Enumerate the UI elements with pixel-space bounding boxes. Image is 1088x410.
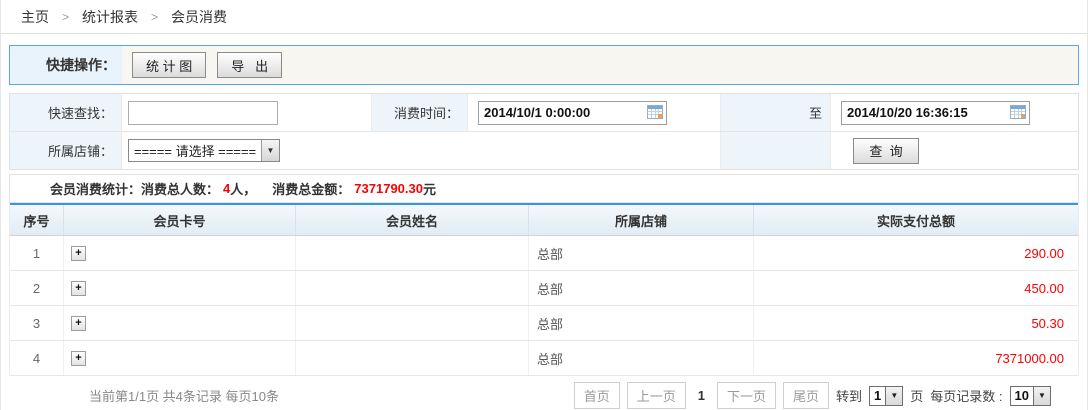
card-number-cell: + (64, 341, 296, 375)
to-label: 至 (721, 94, 831, 131)
table-row: 4 + 总部7371000.00 (10, 341, 1078, 376)
first-page-button[interactable]: 首页 (574, 382, 620, 409)
member-consumption-table: 序号 会员卡号 会员姓名 所属店铺 实际支付总额 1+总部290.002+总部4… (9, 203, 1079, 376)
store-cell: 总部 (529, 271, 754, 305)
pagesize-select[interactable]: 10 ▼ (1010, 386, 1051, 406)
summary-count-value: 4 (223, 181, 230, 196)
filter-panel: 快速查找： 消费时间： 至 (9, 93, 1079, 170)
member-name-cell (296, 236, 529, 270)
store-cell: 总部 (529, 236, 754, 270)
column-header-member-name: 会员姓名 (296, 205, 529, 235)
store-label: 所属店铺： (10, 132, 122, 169)
row-index-cell: 3 (10, 306, 64, 340)
summary-count-suffix: 人， (230, 179, 256, 198)
prev-page-button[interactable]: 上一页 (627, 382, 686, 409)
summary-amount-value: 7371790.30 (354, 181, 423, 196)
pagesize-value: 10 (1011, 387, 1033, 405)
expand-row-icon[interactable]: + (71, 351, 86, 366)
store-select-value: ===== 请选择 ===== (129, 140, 261, 161)
member-name-cell (296, 271, 529, 305)
table-body: 1+总部290.002+总部450.003+总部50.304+总部7371000… (10, 236, 1078, 376)
calendar-icon[interactable] (647, 105, 663, 119)
card-number-cell: + (64, 271, 296, 305)
table-row: 2 + 总部450.00 (10, 271, 1078, 306)
expand-row-icon[interactable]: + (71, 246, 86, 261)
store-select[interactable]: ===== 请选择 ===== ▼ (128, 139, 280, 162)
member-name-cell (296, 341, 529, 375)
goto-page-select[interactable]: 1 ▼ (869, 386, 903, 406)
goto-page-value: 1 (870, 387, 885, 405)
quick-operations-label: 快捷操作： (10, 46, 122, 84)
chevron-down-icon[interactable]: ▼ (261, 140, 279, 161)
pagesize-label: 每页记录数 : (930, 386, 1002, 405)
paid-amount-cell: 50.30 (754, 306, 1078, 340)
quick-search-cell (122, 94, 372, 131)
column-header-store: 所属店铺 (529, 205, 754, 235)
summary-amount-suffix: 元 (423, 179, 436, 198)
pagination-controls: 首页 上一页 1 下一页 尾页 转到 1 ▼ 页 每页记录数 : 10 ▼ (574, 382, 1051, 409)
column-header-card-number: 会员卡号 (64, 205, 296, 235)
store-select-cell: ===== 请选择 ===== ▼ (122, 132, 721, 169)
member-name-cell (296, 306, 529, 340)
consume-time-from-cell (468, 94, 721, 131)
paid-amount-cell: 290.00 (754, 236, 1078, 270)
date-from-input[interactable] (478, 101, 667, 125)
export-button[interactable]: 导 出 (217, 52, 282, 78)
breadcrumb: 主页 > 统计报表 > 会员消费 (1, 0, 1087, 34)
store-cell: 总部 (529, 306, 754, 340)
filter-row-2: 所属店铺： ===== 请选择 ===== ▼ 查 询 (10, 131, 1078, 169)
date-from-box (478, 101, 667, 125)
calendar-icon[interactable] (1010, 105, 1026, 119)
expand-row-icon[interactable]: + (71, 316, 86, 331)
breadcrumb-member-consumption[interactable]: 会员消费 (171, 7, 227, 27)
card-number-cell: + (64, 236, 296, 270)
pagination-info: 当前第1/1页 共4条记录 每页10条 (89, 386, 279, 405)
row-index-cell: 1 (10, 236, 64, 270)
current-page-number: 1 (698, 388, 705, 403)
quick-search-label: 快速查找： (10, 94, 122, 131)
table-row: 3 + 总部50.30 (10, 306, 1078, 341)
breadcrumb-home[interactable]: 主页 (21, 7, 49, 27)
statistics-chart-button[interactable]: 统 计 图 (132, 52, 206, 78)
query-button[interactable]: 查 询 (853, 138, 919, 164)
chevron-down-icon[interactable]: ▼ (1033, 387, 1050, 405)
column-header-index: 序号 (10, 205, 64, 235)
summary-count-label: 消费总人数： (141, 179, 219, 198)
paid-amount-cell: 450.00 (754, 271, 1078, 305)
consume-time-label: 消费时间： (372, 94, 468, 131)
summary-amount-label: 消费总金额： (272, 179, 350, 198)
table-header: 序号 会员卡号 会员姓名 所属店铺 实际支付总额 (10, 203, 1078, 236)
goto-suffix: 页 (910, 386, 923, 405)
query-cell: 查 询 (831, 132, 1078, 169)
quick-search-input[interactable] (128, 101, 278, 125)
column-header-paid-total: 实际支付总额 (754, 205, 1078, 235)
expand-row-icon[interactable]: + (71, 281, 86, 296)
pagination-bar: 当前第1/1页 共4条记录 每页10条 首页 上一页 1 下一页 尾页 转到 1… (1, 376, 1087, 410)
summary-title: 会员消费统计： (50, 179, 141, 198)
row-index-cell: 2 (10, 271, 64, 305)
next-page-button[interactable]: 下一页 (717, 382, 776, 409)
summary-bar: 会员消费统计： 消费总人数： 4 人， 消费总金额： 7371790.30 元 (9, 174, 1079, 203)
row-index-cell: 4 (10, 341, 64, 375)
paid-amount-cell: 7371000.00 (754, 341, 1078, 375)
table-row: 1 + 总部290.00 (10, 236, 1078, 271)
quick-operations-body: 统 计 图 导 出 (122, 46, 1078, 84)
breadcrumb-separator-icon: > (151, 10, 158, 24)
member-consumption-report-page: 主页 > 统计报表 > 会员消费 快捷操作： 统 计 图 导 出 快速查找： 消… (0, 0, 1088, 410)
quick-operations-toolbar: 快捷操作： 统 计 图 导 出 (9, 45, 1079, 85)
card-number-cell: + (64, 306, 296, 340)
last-page-button[interactable]: 尾页 (783, 382, 829, 409)
filter-row-1: 快速查找： 消费时间： 至 (10, 94, 1078, 131)
store-cell: 总部 (529, 341, 754, 375)
date-to-input[interactable] (841, 101, 1030, 125)
date-to-box (841, 101, 1030, 125)
chevron-down-icon[interactable]: ▼ (885, 387, 902, 405)
filter-spacer-cell (721, 132, 831, 169)
goto-label: 转到 (836, 386, 862, 405)
breadcrumb-separator-icon: > (62, 10, 69, 24)
consume-time-to-cell (831, 94, 1078, 131)
breadcrumb-statistics-report[interactable]: 统计报表 (82, 7, 138, 27)
